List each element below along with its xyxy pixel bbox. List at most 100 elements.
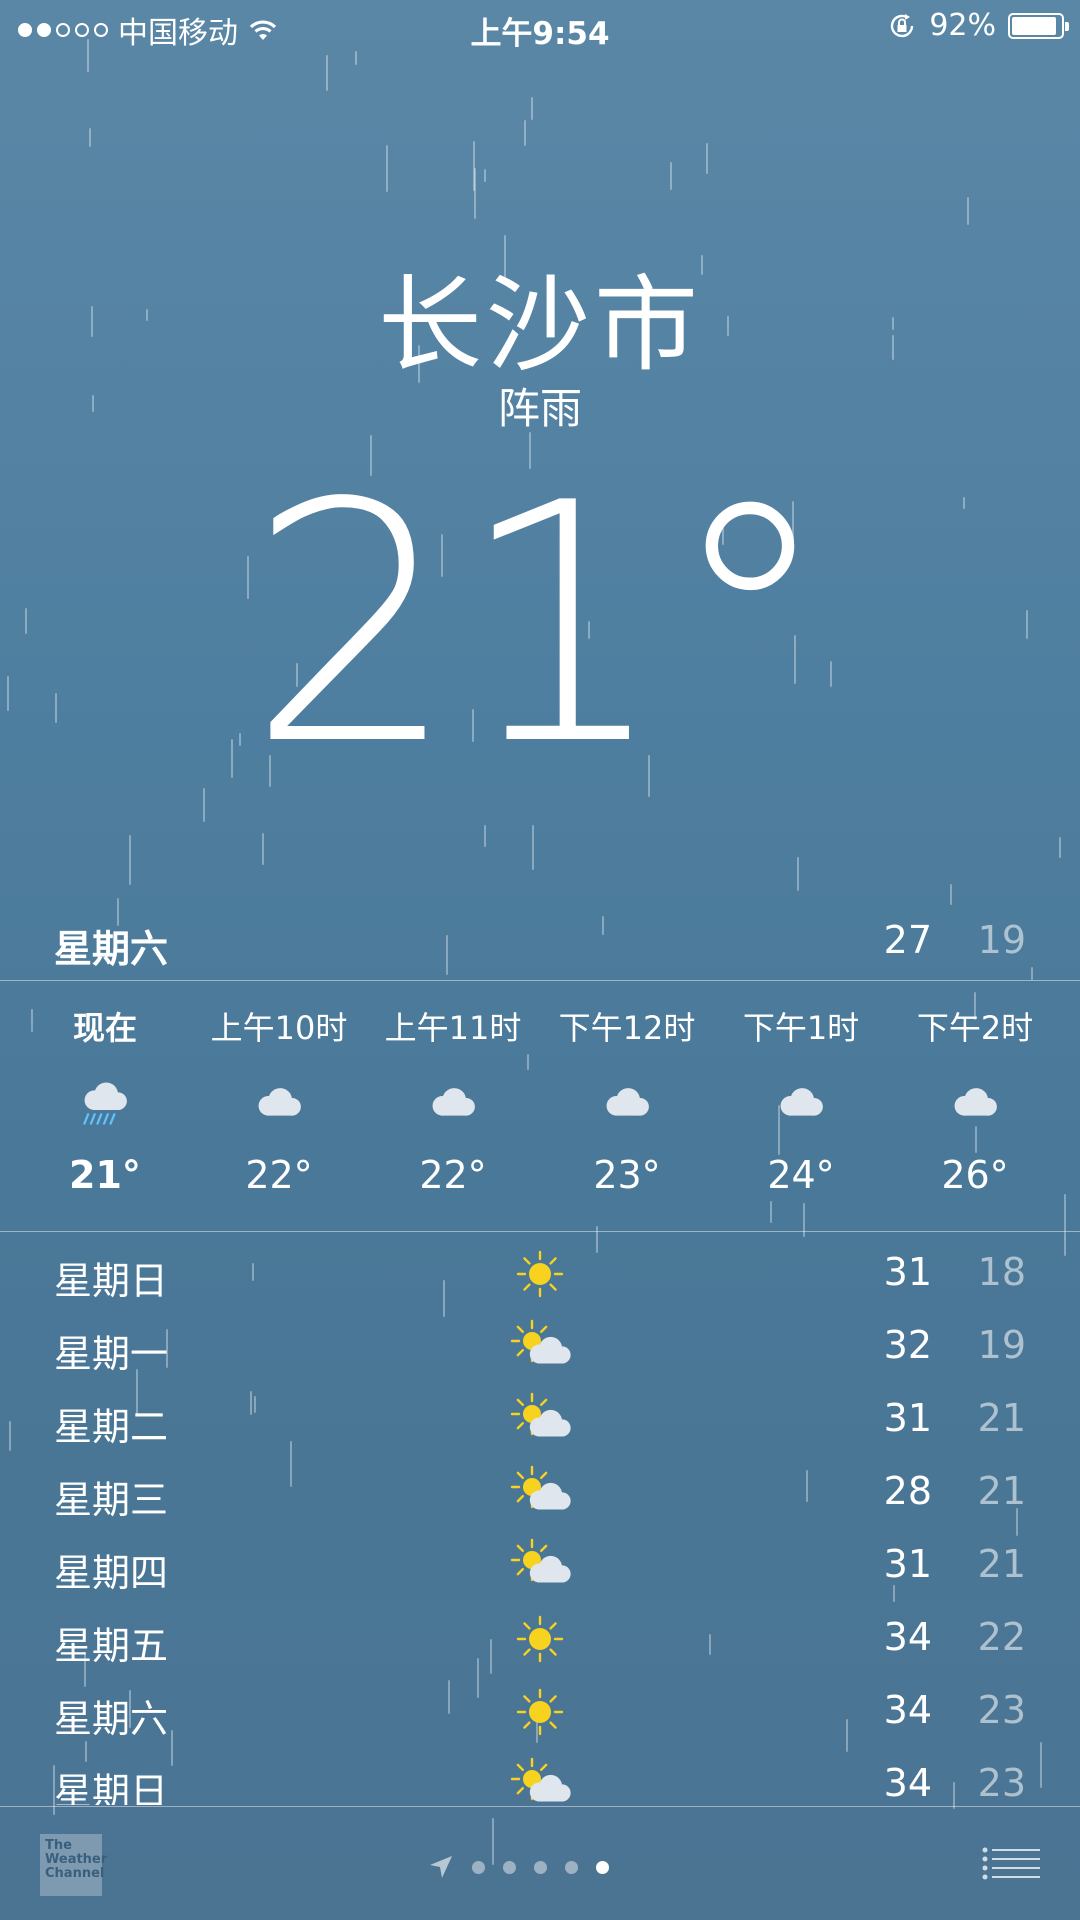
day-name: 星期一 bbox=[54, 1332, 169, 1376]
rain-streak bbox=[967, 197, 969, 225]
hourly-item: 上午10时 22° bbox=[194, 981, 364, 1231]
day-name: 星期五 bbox=[54, 1624, 169, 1668]
page-dot[interactable] bbox=[534, 1860, 547, 1874]
daily-row: 星期六 34 23 bbox=[0, 1678, 1080, 1751]
day-high: 28 bbox=[883, 1469, 932, 1513]
rain-streak bbox=[706, 143, 708, 174]
rain-streak bbox=[484, 169, 486, 182]
day-high: 32 bbox=[883, 1323, 932, 1367]
cloud-icon bbox=[945, 1075, 1005, 1135]
daily-row: 星期三 28 21 bbox=[0, 1459, 1080, 1532]
hour-label: 下午1时 bbox=[742, 1009, 860, 1047]
today-low: 19 bbox=[977, 918, 1026, 962]
rain-streak bbox=[532, 825, 534, 870]
page-indicator[interactable] bbox=[428, 1854, 609, 1880]
hourly-item: 下午12时 23° bbox=[542, 981, 712, 1231]
day-name: 星期四 bbox=[54, 1551, 169, 1595]
page-dot[interactable] bbox=[503, 1860, 516, 1874]
day-name: 星期六 bbox=[54, 1697, 169, 1741]
day-low: 19 bbox=[977, 1323, 1026, 1367]
day-high: 31 bbox=[883, 1250, 932, 1294]
daily-row: 星期一 32 19 bbox=[0, 1313, 1080, 1386]
hourly-item: 上午11时 22° bbox=[368, 981, 538, 1231]
day-high: 34 bbox=[883, 1761, 932, 1805]
today-day: 星期六 bbox=[54, 927, 169, 971]
hourly-forecast[interactable]: 现在 21° 上午10时 22° 上午11时 22° 下午12时 23° 下午1时 bbox=[0, 981, 1080, 1231]
hourly-item: 下午1时 24° bbox=[716, 981, 886, 1231]
day-low: 23 bbox=[977, 1761, 1026, 1805]
rain-streak bbox=[262, 833, 264, 865]
city-name: 长沙市 bbox=[377, 264, 702, 386]
status-bar: 中国移动 上午9:54 92% bbox=[0, 0, 1080, 54]
partly-cloudy-icon bbox=[508, 1465, 572, 1521]
rotation-lock-icon bbox=[891, 13, 914, 37]
page-dot[interactable] bbox=[596, 1860, 609, 1874]
page-dot[interactable] bbox=[472, 1860, 485, 1874]
hour-label: 上午10时 bbox=[210, 1009, 348, 1047]
day-high: 31 bbox=[883, 1396, 932, 1440]
sun-icon bbox=[508, 1246, 572, 1302]
day-name: 星期二 bbox=[54, 1405, 169, 1449]
cloud-icon bbox=[771, 1075, 831, 1135]
day-low: 21 bbox=[977, 1542, 1026, 1586]
hourly-item: 下午2时 26° bbox=[890, 981, 1060, 1231]
daily-row: 星期二 31 21 bbox=[0, 1386, 1080, 1459]
sun-icon bbox=[508, 1611, 572, 1667]
today-high: 27 bbox=[883, 918, 932, 962]
hour-temp: 26° bbox=[941, 1153, 1009, 1197]
rain-streak bbox=[950, 884, 952, 905]
daily-forecast[interactable]: 星期日 31 18 星期一 32 19 星期二 31 21 星期三 28 21 星期四 bbox=[0, 1240, 1080, 1805]
page-dot[interactable] bbox=[565, 1860, 578, 1874]
rain-cloud-icon bbox=[75, 1075, 135, 1135]
hour-label: 下午12时 bbox=[558, 1009, 696, 1047]
city-list-icon[interactable] bbox=[982, 1846, 1040, 1882]
rain-streak bbox=[531, 97, 533, 120]
day-low: 21 bbox=[977, 1396, 1026, 1440]
rain-streak bbox=[524, 120, 526, 146]
hour-temp: 22° bbox=[245, 1153, 313, 1197]
rain-streak bbox=[89, 128, 91, 147]
sun-icon bbox=[508, 1684, 572, 1740]
rain-streak bbox=[797, 857, 799, 891]
day-low: 23 bbox=[977, 1688, 1026, 1732]
daily-row: 星期五 34 22 bbox=[0, 1605, 1080, 1678]
weather-condition: 阵雨 bbox=[497, 384, 582, 433]
weather-channel-logo[interactable]: The Weather Channel bbox=[40, 1834, 107, 1896]
rain-streak bbox=[474, 168, 476, 219]
partly-cloudy-icon bbox=[508, 1319, 572, 1375]
hour-temp: 24° bbox=[767, 1153, 835, 1197]
cloud-icon bbox=[249, 1075, 309, 1135]
hour-temp: 22° bbox=[419, 1153, 487, 1197]
rain-streak bbox=[326, 55, 328, 91]
day-low: 22 bbox=[977, 1615, 1026, 1659]
hour-label: 现在 bbox=[72, 1009, 137, 1047]
rain-streak bbox=[386, 145, 388, 192]
day-low: 21 bbox=[977, 1469, 1026, 1513]
divider-bottom bbox=[0, 1231, 1080, 1232]
today-summary: 星期六 27 19 bbox=[0, 918, 1080, 974]
rain-streak bbox=[473, 141, 475, 191]
current-temperature: 21° bbox=[247, 433, 833, 817]
day-high: 31 bbox=[883, 1542, 932, 1586]
day-name: 星期日 bbox=[54, 1259, 169, 1303]
partly-cloudy-icon bbox=[508, 1392, 572, 1448]
partly-cloudy-icon bbox=[508, 1757, 572, 1805]
hour-temp: 23° bbox=[593, 1153, 661, 1197]
day-name: 星期三 bbox=[54, 1478, 169, 1522]
cloud-icon bbox=[597, 1075, 657, 1135]
hour-label: 上午11时 bbox=[384, 1009, 522, 1047]
day-high: 34 bbox=[883, 1688, 932, 1732]
daily-row: 星期日 34 23 bbox=[0, 1751, 1080, 1805]
hourly-item: 现在 21° bbox=[20, 981, 190, 1231]
rain-streak bbox=[129, 835, 131, 885]
rain-streak bbox=[670, 162, 672, 190]
status-right: 92% bbox=[887, 8, 1069, 43]
rain-streak bbox=[1059, 837, 1061, 858]
hour-temp: 21° bbox=[69, 1153, 141, 1197]
cloud-icon bbox=[423, 1075, 483, 1135]
day-name: 星期日 bbox=[54, 1770, 169, 1805]
rain-streak bbox=[203, 788, 205, 822]
hour-label: 下午2时 bbox=[916, 1009, 1034, 1047]
bottom-bar: The Weather Channel bbox=[0, 1806, 1080, 1920]
battery-icon bbox=[1008, 12, 1069, 39]
